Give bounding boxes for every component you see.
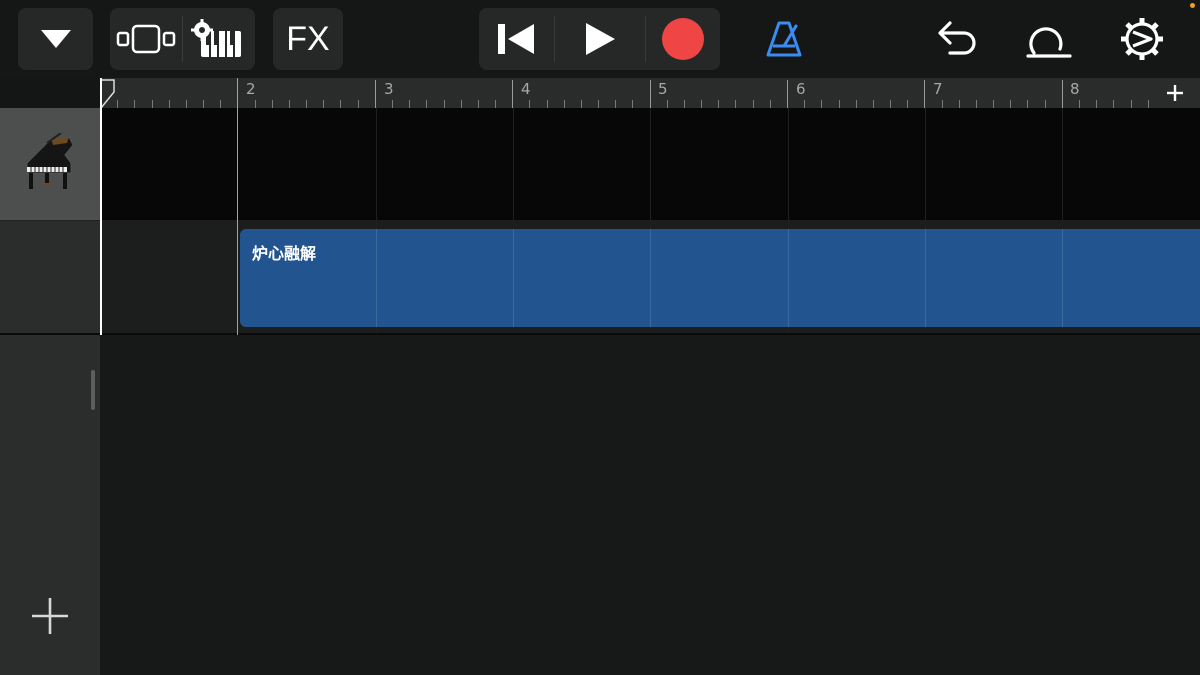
add-track-button[interactable]	[28, 594, 72, 638]
audio-region[interactable]	[240, 229, 1200, 327]
song-start-marker	[100, 78, 102, 335]
play-button[interactable]	[555, 8, 645, 70]
region-gridline	[925, 229, 926, 327]
grand-piano-icon	[26, 133, 74, 189]
plus-icon	[32, 598, 68, 634]
bar-label: 7	[933, 80, 943, 98]
bar-label: 6	[796, 80, 806, 98]
region-gridline	[1062, 229, 1063, 327]
record-icon	[662, 18, 704, 60]
bar-label: 3	[384, 80, 394, 98]
playhead[interactable]	[237, 78, 238, 335]
undo-button[interactable]	[932, 16, 982, 62]
record-button[interactable]	[646, 8, 720, 70]
smart-controls-button[interactable]	[183, 8, 255, 70]
toolbar: FX	[0, 0, 1200, 78]
region-name: 炉心融解	[252, 244, 317, 263]
status-dot	[1190, 3, 1195, 8]
settings-icon	[1121, 18, 1163, 60]
loop-icon	[1026, 27, 1072, 58]
fx-label: FX	[286, 19, 330, 58]
plus-icon	[1167, 85, 1183, 101]
region-gridline	[513, 229, 514, 327]
track-menu-icon	[40, 30, 71, 48]
track-view-icon	[116, 24, 176, 54]
region-gridline	[376, 229, 377, 327]
metronome-icon	[766, 21, 802, 57]
rewind-button[interactable]	[479, 8, 553, 70]
bar-label: 4	[521, 80, 531, 98]
fx-button[interactable]: FX	[273, 8, 343, 70]
track-menu-button[interactable]	[18, 8, 93, 70]
settings-button[interactable]	[1116, 14, 1168, 64]
timeline-ruler[interactable]	[100, 78, 1200, 109]
transport-group	[479, 8, 720, 70]
bar-label: 5	[658, 80, 668, 98]
bar-label: 2	[246, 80, 256, 98]
view-controls-group	[110, 8, 255, 70]
play-icon	[586, 23, 615, 55]
loop-browser-button[interactable]	[1022, 16, 1076, 62]
track-view-button[interactable]	[110, 8, 182, 70]
bar-label: 8	[1070, 80, 1080, 98]
track-header-piano[interactable]	[0, 108, 100, 220]
undo-icon	[938, 21, 976, 55]
track-area-bottom-border	[0, 333, 1200, 335]
region-gridline	[650, 229, 651, 327]
smart-controls-icon	[191, 19, 241, 57]
region-gridline	[788, 229, 789, 327]
track-separator	[0, 220, 100, 221]
rewind-icon	[498, 24, 534, 54]
empty-track-area[interactable]	[100, 335, 1200, 675]
add-section-button[interactable]	[1150, 78, 1200, 108]
track-resize-handle[interactable]	[91, 370, 95, 410]
metronome-button[interactable]	[760, 16, 808, 62]
ruler-ticks	[100, 79, 1149, 108]
